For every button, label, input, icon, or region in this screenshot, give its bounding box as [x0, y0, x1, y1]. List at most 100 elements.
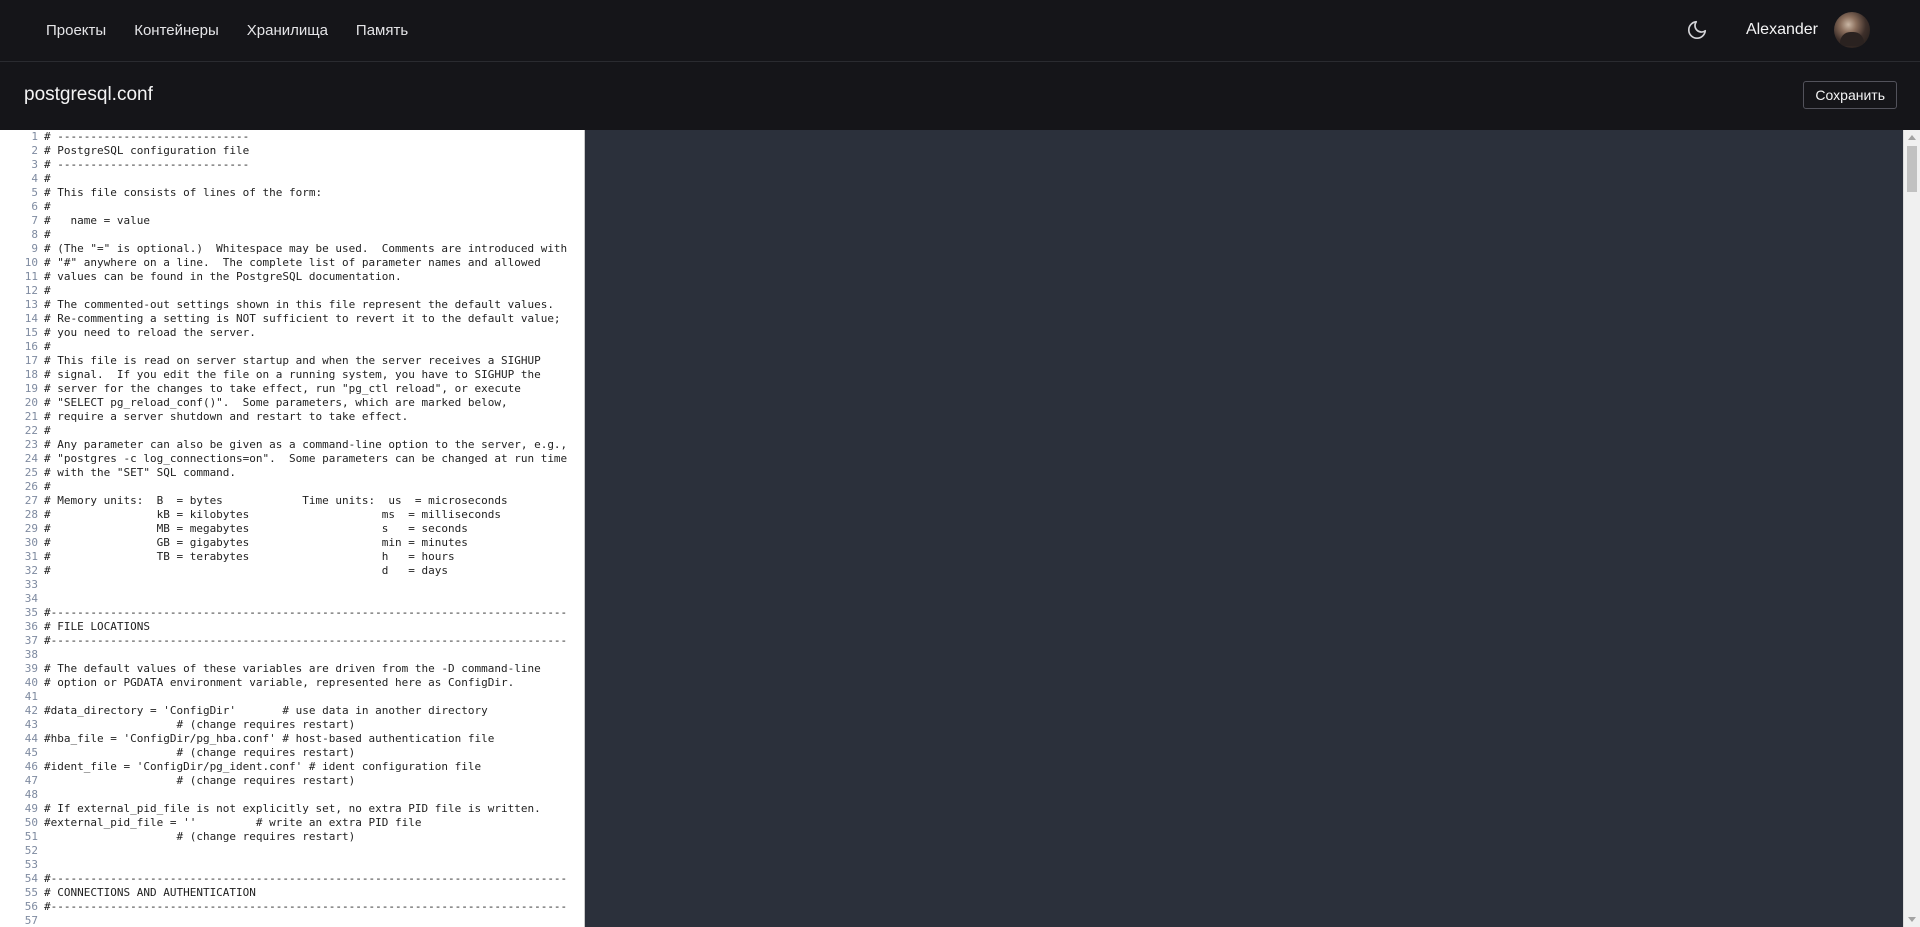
- code-line: 23 # Any parameter can also be given as a…: [0, 438, 584, 452]
- vertical-scrollbar[interactable]: [1903, 130, 1920, 927]
- user-name[interactable]: Alexander: [1746, 21, 1818, 39]
- line-number: 50: [24, 816, 38, 829]
- line-number: 7: [31, 214, 38, 227]
- code-line: 37 #-------------------------------------…: [0, 634, 584, 648]
- line-text: #---------------------------------------…: [44, 634, 568, 647]
- code-line: 49 # If external_pid_file is not explicit…: [0, 802, 584, 816]
- line-text: # "#" anywhere on a line. The complete l…: [44, 256, 541, 269]
- line-text: # option or PGDATA environment variable,…: [44, 676, 515, 689]
- line-text: # CONNECTIONS AND AUTHENTICATION: [44, 886, 256, 899]
- line-text: #: [44, 200, 51, 213]
- scroll-down-arrow-icon[interactable]: [1908, 917, 1916, 922]
- save-button[interactable]: Сохранить: [1803, 81, 1897, 109]
- line-number: 52: [24, 844, 38, 857]
- top-navbar: Проекты Контейнеры Хранилища Память Alex…: [0, 0, 1920, 62]
- line-text: # TB = terabytes h = hours: [44, 550, 455, 563]
- line-text: #: [44, 228, 51, 241]
- line-number: 2: [31, 144, 38, 157]
- line-number: 27: [24, 494, 38, 507]
- line-text: # Any parameter can also be given as a c…: [44, 438, 568, 451]
- code-line: 35 #-------------------------------------…: [0, 606, 584, 620]
- line-number: 29: [24, 522, 38, 535]
- code-line: 44 #hba_file = 'ConfigDir/pg_hba.conf' # …: [0, 732, 584, 746]
- line-text: #hba_file = 'ConfigDir/pg_hba.conf' # ho…: [44, 732, 495, 745]
- moon-icon[interactable]: [1686, 19, 1708, 41]
- line-number: 19: [24, 382, 38, 395]
- line-number: 46: [24, 760, 38, 773]
- code-line: 31 # TB = terabytes h = hours: [0, 550, 584, 564]
- scrollbar-thumb[interactable]: [1907, 146, 1917, 192]
- line-text: # kB = kilobytes ms = milliseconds: [44, 508, 501, 521]
- code-line: 6 #: [0, 200, 584, 214]
- user-area: Alexander: [1686, 0, 1870, 60]
- line-number: 47: [24, 774, 38, 787]
- line-text: #---------------------------------------…: [44, 606, 568, 619]
- line-number: 42: [24, 704, 38, 717]
- line-number: 4: [31, 172, 38, 185]
- nav-item-projects[interactable]: Проекты: [46, 22, 106, 39]
- line-number: 23: [24, 438, 38, 451]
- line-number: 10: [24, 256, 38, 269]
- code-line: 4 #: [0, 172, 584, 186]
- line-number: 55: [24, 886, 38, 899]
- code-line: 39 # The default values of these variable…: [0, 662, 584, 676]
- line-text: [44, 592, 584, 606]
- line-number: 21: [24, 410, 38, 423]
- line-text: #: [44, 284, 51, 297]
- line-number: 53: [24, 858, 38, 871]
- line-text: #---------------------------------------…: [44, 872, 568, 885]
- code-line: 45 # (change requires restart): [0, 746, 584, 760]
- code-line: 42 #data_directory = 'ConfigDir' # use da…: [0, 704, 584, 718]
- code-line: 14 # Re-commenting a setting is NOT suffi…: [0, 312, 584, 326]
- line-text: # "postgres -c log_connections=on". Some…: [44, 452, 568, 465]
- line-text: # -----------------------------: [44, 130, 250, 143]
- line-text: # "SELECT pg_reload_conf()". Some parame…: [44, 396, 508, 409]
- code-line: 19 # server for the changes to take effec…: [0, 382, 584, 396]
- line-number: 12: [24, 284, 38, 297]
- code-line: 15 # you need to reload the server.: [0, 326, 584, 340]
- line-number: 22: [24, 424, 38, 437]
- line-number: 56: [24, 900, 38, 913]
- nav-item-containers[interactable]: Контейнеры: [134, 22, 219, 39]
- nav-item-memory[interactable]: Память: [356, 22, 408, 39]
- line-text: [44, 788, 584, 802]
- line-text: # server for the changes to take effect,…: [44, 382, 521, 395]
- scroll-up-arrow-icon[interactable]: [1908, 135, 1916, 140]
- line-number: 31: [24, 550, 38, 563]
- code-line: 33: [0, 578, 584, 592]
- line-number: 54: [24, 872, 38, 885]
- line-number: 5: [31, 186, 38, 199]
- line-text: # The commented-out settings shown in th…: [44, 298, 554, 311]
- main-nav: Проекты Контейнеры Хранилища Память: [46, 0, 436, 60]
- line-number: 15: [24, 326, 38, 339]
- line-text: [44, 578, 584, 592]
- line-number: 9: [31, 242, 38, 255]
- line-text: # you need to reload the server.: [44, 326, 256, 339]
- code-line: 53: [0, 858, 584, 872]
- code-line: 54 #-------------------------------------…: [0, 872, 584, 886]
- line-number: 45: [24, 746, 38, 759]
- code-line: 52: [0, 844, 584, 858]
- page-title: postgresql.conf: [24, 84, 153, 105]
- line-text: # (change requires restart): [44, 830, 356, 843]
- code-line: 41: [0, 690, 584, 704]
- line-text: # This file is read on server startup an…: [44, 354, 541, 367]
- line-text: # signal. If you edit the file on a runn…: [44, 368, 541, 381]
- line-text: # FILE LOCATIONS: [44, 620, 150, 633]
- code-line: 12 #: [0, 284, 584, 298]
- line-text: # (The "=" is optional.) Whitespace may …: [44, 242, 568, 255]
- line-text: # (change requires restart): [44, 718, 356, 731]
- nav-item-storages[interactable]: Хранилища: [247, 22, 328, 39]
- code-lines: 1 # ----------------------------- 2 # Postg…: [0, 130, 584, 927]
- code-line: 26 #: [0, 480, 584, 494]
- line-number: 33: [24, 578, 38, 591]
- avatar[interactable]: [1834, 12, 1870, 48]
- code-line: 5 # This file consists of lines of the fo…: [0, 186, 584, 200]
- code-editor[interactable]: 1 # ----------------------------- 2 # Postg…: [0, 130, 585, 927]
- code-line: 17 # This file is read on server startup …: [0, 354, 584, 368]
- line-text: #: [44, 172, 51, 185]
- code-line: 25 # with the "SET" SQL command.: [0, 466, 584, 480]
- code-line: 57: [0, 914, 584, 927]
- code-line: 40 # option or PGDATA environment variabl…: [0, 676, 584, 690]
- code-line: 7 # name = value: [0, 214, 584, 228]
